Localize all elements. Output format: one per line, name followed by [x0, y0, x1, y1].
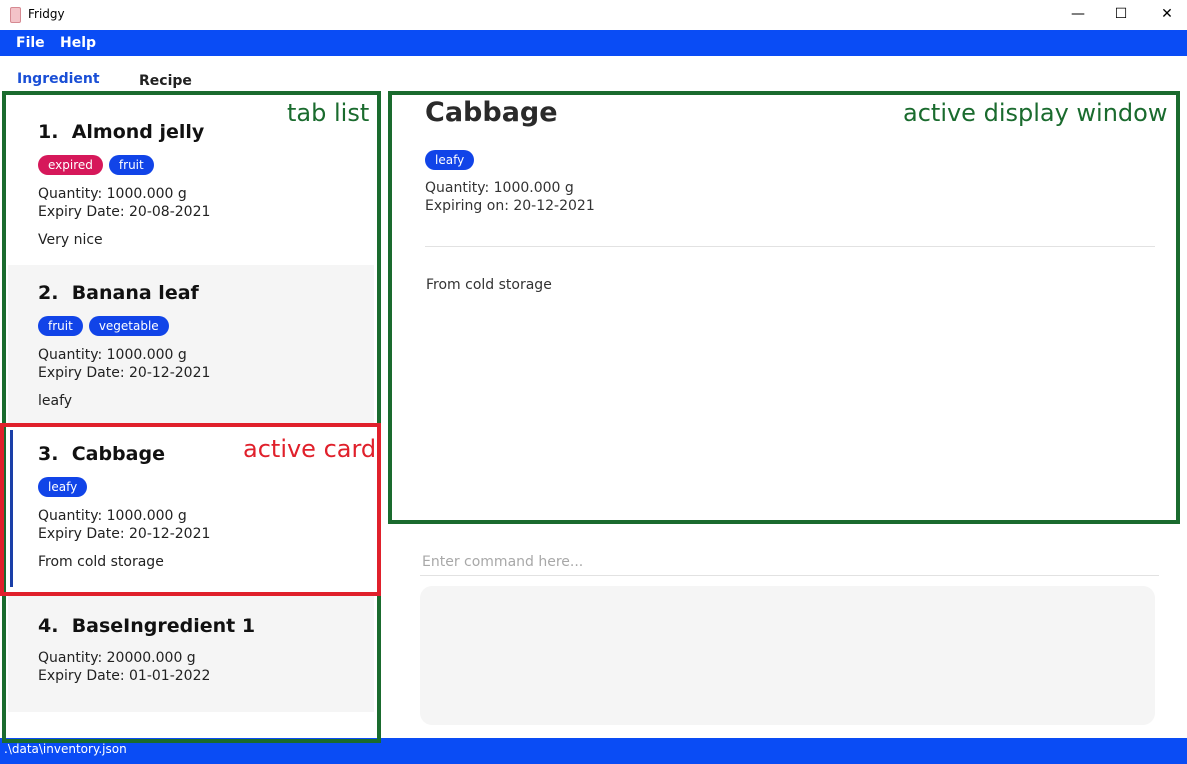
- window-title: Fridgy: [28, 7, 65, 21]
- maximize-button[interactable]: ☐: [1098, 0, 1144, 30]
- annotation-display-box: [388, 91, 1180, 524]
- close-button[interactable]: ✕: [1144, 0, 1187, 30]
- annotation-tab-list-label: tab list: [287, 99, 370, 127]
- title-bar: Fridgy — ☐ ✕: [0, 0, 1187, 30]
- annotation-tab-list-box: [2, 91, 381, 743]
- result-display: [420, 586, 1155, 725]
- minimize-button[interactable]: —: [1055, 0, 1101, 30]
- menu-bar: File Help: [0, 30, 1187, 56]
- tab-recipe[interactable]: Recipe: [139, 73, 192, 89]
- menu-file[interactable]: File: [16, 35, 45, 51]
- annotation-active-card-label: active card: [243, 435, 377, 463]
- status-path: .\data\inventory.json: [4, 742, 127, 756]
- fridge-icon: [10, 7, 21, 23]
- menu-help[interactable]: Help: [60, 35, 96, 51]
- command-input[interactable]: [420, 548, 1159, 576]
- annotation-display-label: active display window: [903, 99, 1168, 127]
- tab-ingredient[interactable]: Ingredient: [17, 71, 100, 87]
